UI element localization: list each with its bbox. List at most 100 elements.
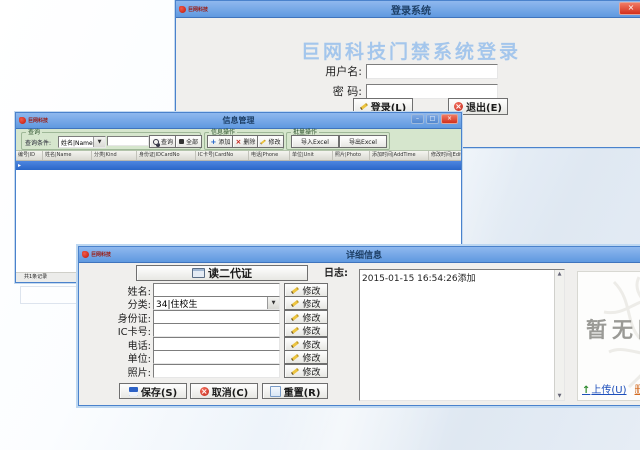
delete-button[interactable]: × 删除 (232, 135, 259, 148)
delete-photo-link[interactable]: 删除(D) (635, 381, 640, 396)
search-button[interactable]: 查询 (149, 135, 177, 148)
logo-icon (82, 251, 89, 258)
save-button[interactable]: 保存(S) (119, 383, 187, 399)
list-toolbar: 查询 查询条件: 姓名|Name ▼ 查询 全部 (16, 129, 461, 151)
idcard-input[interactable] (153, 310, 280, 324)
modify-iccard-button[interactable]: 修改 (284, 323, 328, 337)
login-heading: 巨网科技门禁系统登录 (176, 37, 640, 64)
detail-window-title: 详细信息 (79, 248, 640, 261)
column-header[interactable]: IC卡号|CardNo (196, 151, 249, 160)
pencil-icon (291, 353, 299, 360)
list-window-title: 信息管理 (16, 115, 461, 126)
minimize-icon[interactable]: – (411, 114, 424, 124)
logo-icon (179, 6, 186, 13)
query-field-combo[interactable]: 姓名|Name ▼ (58, 136, 106, 148)
modify-name-button[interactable]: 修改 (284, 283, 328, 297)
photo-input[interactable] (153, 364, 280, 378)
modify-label: 修改 (302, 284, 320, 297)
id-card-icon (192, 268, 205, 278)
pencil-icon (291, 367, 299, 374)
edit-button-label: 修改 (268, 137, 280, 146)
phone-input[interactable] (153, 337, 280, 351)
modify-label: 修改 (302, 297, 320, 310)
detail-window: 巨网科技 详细信息 读二代证 姓名: 修改 分类 (78, 246, 640, 406)
list-all-icon (179, 139, 184, 144)
column-header[interactable]: 姓名|Name (43, 151, 92, 160)
add-button-label: 添加 (218, 137, 230, 146)
column-header[interactable]: 身份证|IDCardNo (137, 151, 196, 160)
desktop: 巨网科技 登录系统 × 巨网科技门禁系统登录 用户名: 密 码: 登录(L) (0, 0, 640, 450)
modify-photo-button[interactable]: 修改 (284, 364, 328, 378)
scroll-down-icon[interactable]: ▼ (558, 392, 562, 400)
exit-button-label: 退出(E) (466, 99, 502, 114)
import-button-label: 导入Excel (301, 137, 329, 146)
cancel-button[interactable]: × 取消(C) (190, 383, 258, 399)
modify-unit-button[interactable]: 修改 (284, 350, 328, 364)
selected-row[interactable]: ▸ (16, 161, 461, 170)
login-titlebar[interactable]: 巨网科技 登录系统 × (176, 1, 640, 18)
modify-phone-button[interactable]: 修改 (284, 337, 328, 351)
chevron-down-icon[interactable]: ▼ (93, 137, 105, 147)
delete-button-label: 删除 (243, 137, 255, 146)
reset-button[interactable]: 重置(R) (262, 383, 328, 399)
query-group-label: 查询 (26, 129, 42, 136)
modify-idcard-button[interactable]: 修改 (284, 310, 328, 324)
reset-button-label: 重置(R) (284, 384, 321, 399)
save-button-label: 保存(S) (141, 384, 177, 399)
upload-link-label: 上传(U) (591, 385, 626, 396)
log-listbox[interactable]: 2015-01-15 16:54:26添加 ▲ ▼ (359, 269, 565, 401)
field-label-unit: 单位: (79, 350, 151, 365)
column-header[interactable]: 照片|Photo (333, 151, 370, 160)
read-id-card-label: 读二代证 (208, 265, 252, 281)
scroll-up-icon[interactable]: ▲ (558, 270, 562, 278)
import-button[interactable]: 导入Excel (291, 135, 339, 148)
query-field-value: 姓名|Name (59, 138, 93, 147)
chevron-down-icon[interactable]: ▼ (267, 297, 279, 309)
password-input[interactable] (366, 84, 498, 99)
category-combo[interactable]: 34|住校生 ▼ (153, 296, 280, 310)
logo-icon (19, 117, 26, 124)
save-icon (129, 387, 138, 396)
column-header[interactable]: 电话|Phone (249, 151, 290, 160)
log-scrollbar[interactable]: ▲ ▼ (554, 270, 564, 400)
pencil-icon (291, 299, 299, 306)
column-header[interactable]: 分类|Kind (92, 151, 137, 160)
query-condition-label: 查询条件: (25, 138, 51, 147)
field-label-photo: 照片: (79, 364, 151, 379)
close-icon[interactable]: × (619, 2, 640, 15)
search-icon (153, 139, 159, 145)
grid-header: 编号|ID 姓名|Name 分类|Kind 身份证|IDCardNo IC卡号|… (16, 151, 461, 161)
detail-titlebar[interactable]: 巨网科技 详细信息 (79, 247, 640, 263)
logo-text: 巨网科技 (28, 117, 48, 124)
column-header[interactable]: 编号|ID (16, 151, 43, 160)
query-text-input[interactable] (107, 136, 149, 146)
username-input[interactable] (366, 64, 498, 79)
read-id-card-button[interactable]: 读二代证 (136, 265, 308, 281)
iccard-input[interactable] (153, 323, 280, 337)
all-button[interactable]: 全部 (175, 135, 202, 148)
query-group: 查询 查询条件: 姓名|Name ▼ 查询 全部 (21, 132, 201, 150)
unit-input[interactable] (153, 350, 280, 364)
add-button[interactable]: + 添加 (207, 135, 234, 148)
upload-link[interactable]: ↑上传(U) (582, 381, 627, 396)
export-button-label: 导出Excel (349, 137, 377, 146)
close-icon[interactable]: × (441, 114, 458, 124)
name-input[interactable] (153, 283, 280, 297)
column-header[interactable]: 添加时间|AddTime (370, 151, 429, 160)
ops-group: 信息操作 + 添加 × 删除 修改 (204, 132, 284, 150)
reset-icon (270, 386, 281, 397)
pencil-icon (291, 326, 299, 333)
upload-arrow-icon: ↑ (582, 385, 590, 396)
username-label: 用户名: (314, 63, 362, 79)
list-titlebar[interactable]: 巨网科技 信息管理 – □ × (16, 113, 461, 129)
column-header[interactable]: 单位|Unit (290, 151, 333, 160)
column-header[interactable]: 修改时间|EditTime (429, 151, 461, 160)
pencil-icon (291, 340, 299, 347)
log-entry[interactable]: 2015-01-15 16:54:26添加 (360, 270, 564, 285)
maximize-icon[interactable]: □ (426, 114, 439, 124)
edit-button[interactable]: 修改 (257, 135, 284, 148)
ghost-window-remnant (20, 286, 80, 304)
modify-category-button[interactable]: 修改 (284, 296, 328, 310)
export-button[interactable]: 导出Excel (339, 135, 387, 148)
password-label: 密 码: (314, 83, 362, 99)
